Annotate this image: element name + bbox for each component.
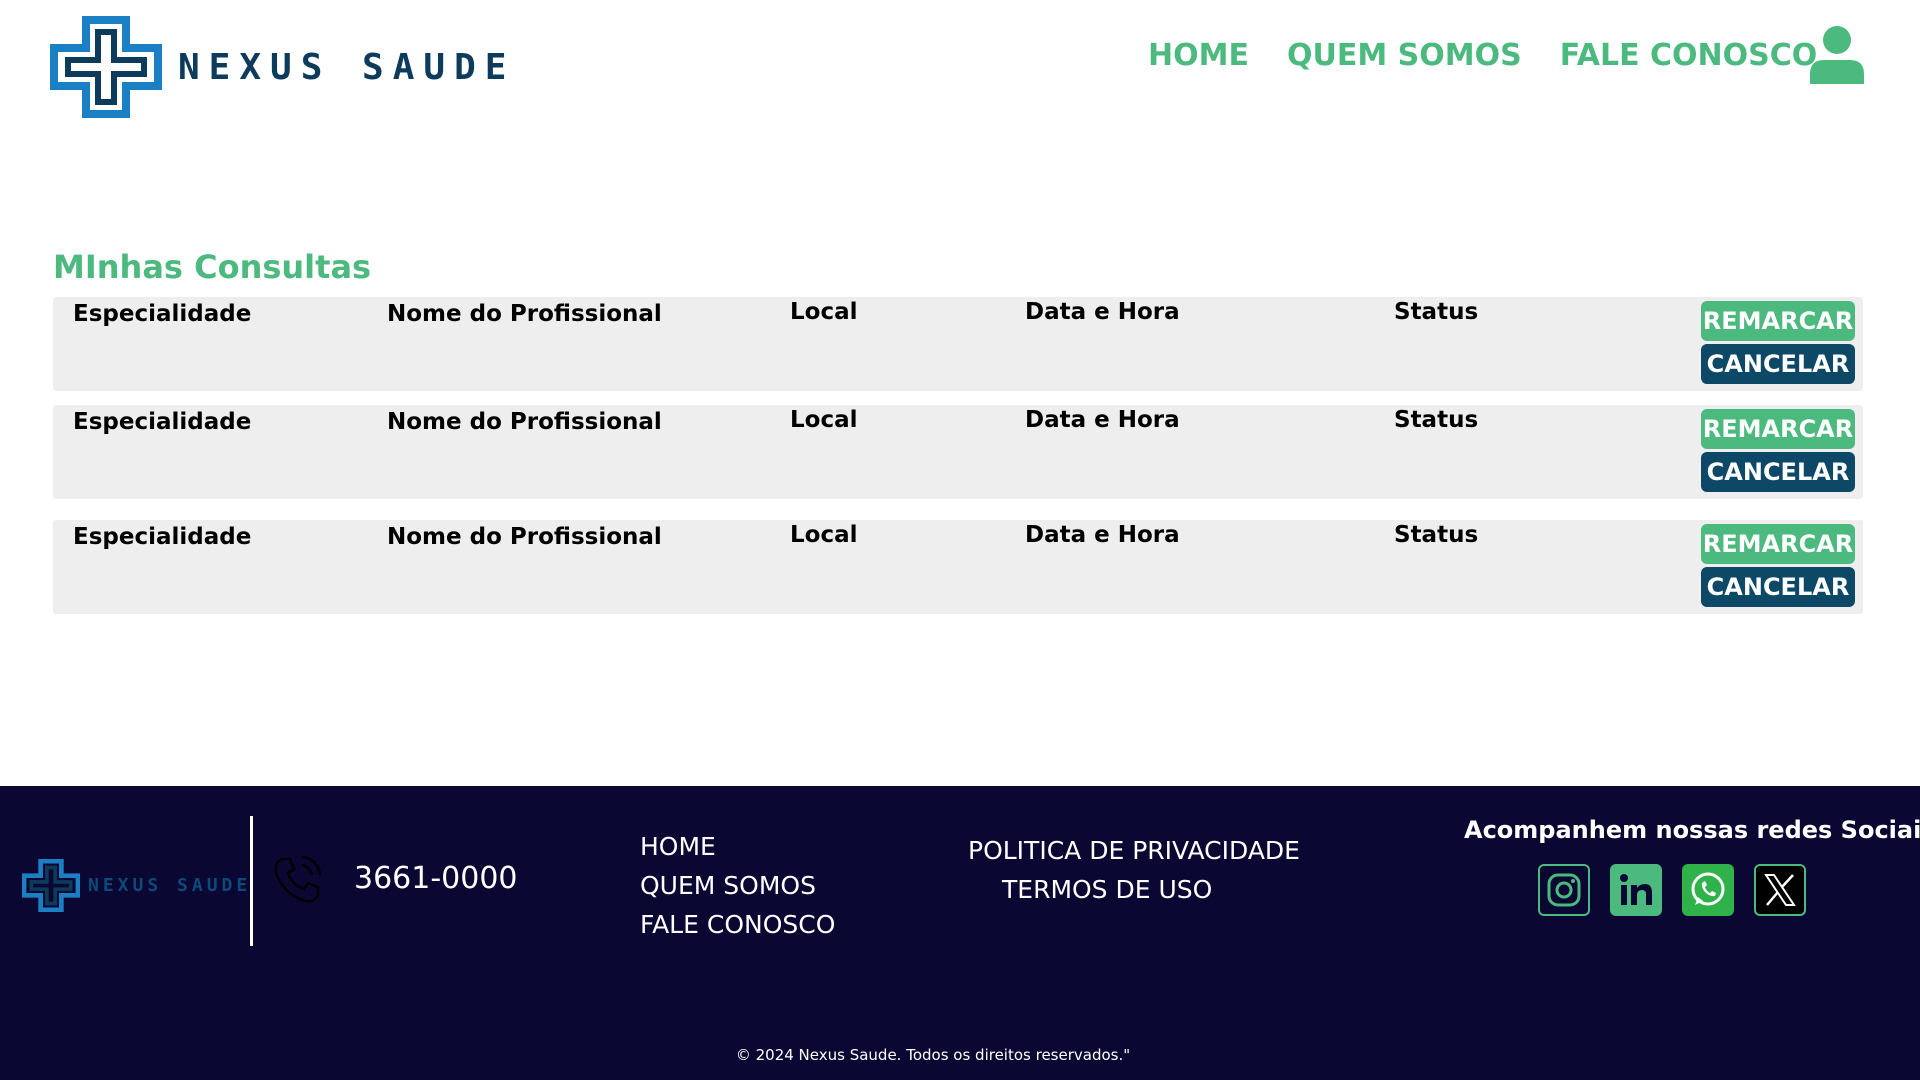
status-cell: Status [1394, 407, 1479, 433]
status-cell: Status [1394, 299, 1479, 325]
remarcar-button[interactable]: REMARCAR [1701, 409, 1855, 449]
brand-logo[interactable]: NEXUS SAUDE [50, 16, 515, 118]
profissional-cell: Nome do Profissional [387, 409, 662, 435]
especialidade-cell: Especialidade [73, 301, 252, 327]
footer-logo[interactable]: NEXUS SAUDE [22, 859, 251, 912]
local-cell: Local [790, 299, 858, 325]
footer-link-home[interactable]: HOME [640, 832, 835, 861]
site-footer: NEXUS SAUDE 3661-0000 HOME QUEM SOMOS FA… [0, 786, 1920, 1080]
data-hora-cell: Data e Hora [1025, 299, 1180, 325]
appointment-row: Especialidade Nome do Profissional Local… [53, 405, 1863, 499]
footer-divider [250, 816, 253, 946]
footer-brand-name: NEXUS SAUDE [88, 875, 252, 896]
cancelar-button[interactable]: CANCELAR [1701, 567, 1855, 607]
data-hora-cell: Data e Hora [1025, 522, 1180, 548]
cross-logo-icon [22, 859, 80, 912]
especialidade-cell: Especialidade [73, 409, 252, 435]
page-title: MInhas Consultas [53, 248, 372, 286]
privacy-policy-link[interactable]: POLITICA DE PRIVACIDADE [968, 836, 1300, 865]
nav-fale-conosco[interactable]: FALE CONOSCO [1560, 38, 1818, 73]
remarcar-button[interactable]: REMARCAR [1701, 301, 1855, 341]
data-hora-cell: Data e Hora [1025, 407, 1180, 433]
instagram-icon[interactable] [1538, 864, 1590, 916]
status-cell: Status [1394, 522, 1479, 548]
nav-quem-somos[interactable]: QUEM SOMOS [1287, 38, 1522, 73]
profissional-cell: Nome do Profissional [387, 524, 662, 550]
cross-logo-icon [50, 16, 162, 118]
x-icon[interactable] [1754, 864, 1806, 916]
remarcar-button[interactable]: REMARCAR [1701, 524, 1855, 564]
social-title: Acompanhem nossas redes Sociais [1464, 816, 1920, 844]
footer-nav: HOME QUEM SOMOS FALE CONOSCO [640, 832, 835, 949]
user-icon[interactable] [1810, 26, 1864, 84]
terms-of-use-link[interactable]: TERMOS DE USO [1002, 875, 1212, 904]
appointment-row: Especialidade Nome do Profissional Local… [53, 297, 1863, 391]
cancelar-button[interactable]: CANCELAR [1701, 452, 1855, 492]
footer-phone: 3661-0000 [354, 861, 518, 896]
copyright-text: © 2024 Nexus Saude. Todos os direitos re… [735, 1046, 1131, 1064]
footer-link-fale-conosco[interactable]: FALE CONOSCO [640, 910, 835, 939]
profissional-cell: Nome do Profissional [387, 301, 662, 327]
appointment-row: Especialidade Nome do Profissional Local… [53, 520, 1863, 614]
cancelar-button[interactable]: CANCELAR [1701, 344, 1855, 384]
social-icons [1538, 864, 1806, 916]
linkedin-icon[interactable] [1610, 864, 1662, 916]
brand-name: NEXUS SAUDE [178, 46, 516, 88]
site-header: NEXUS SAUDE HOME QUEM SOMOS FALE CONOSCO [0, 0, 1920, 130]
local-cell: Local [790, 522, 858, 548]
footer-link-quem-somos[interactable]: QUEM SOMOS [640, 871, 835, 900]
especialidade-cell: Especialidade [73, 524, 252, 550]
whatsapp-icon[interactable] [1682, 864, 1734, 916]
nav-home[interactable]: HOME [1148, 38, 1249, 73]
main-nav: HOME QUEM SOMOS FALE CONOSCO [1148, 38, 1817, 73]
local-cell: Local [790, 407, 858, 433]
phone-icon [274, 855, 322, 903]
